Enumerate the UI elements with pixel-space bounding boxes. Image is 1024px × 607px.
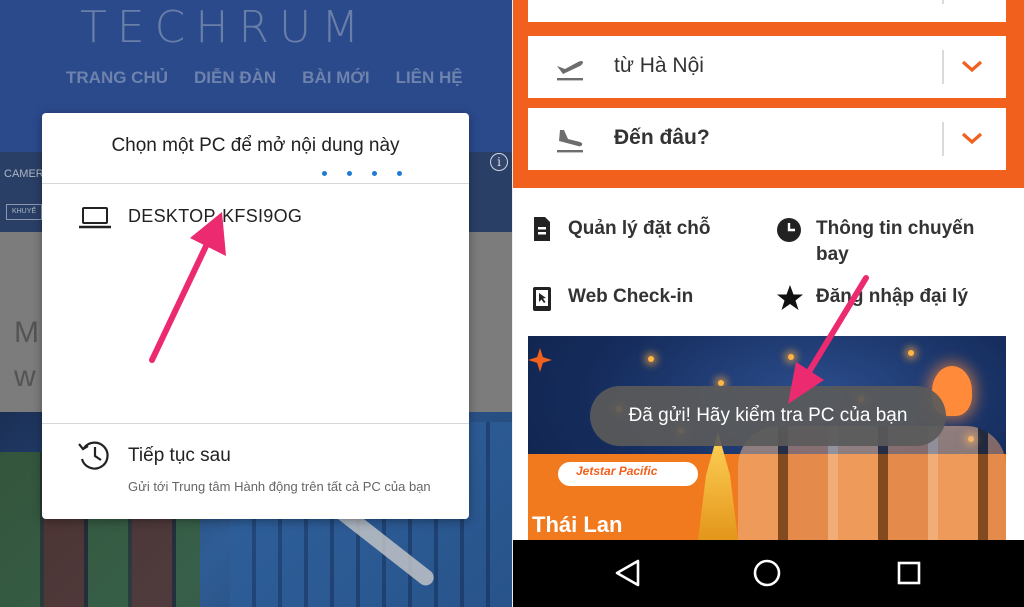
screenshot-root: TECHRUM TRANG CHỦ DIỄN ĐÀN BÀI MỚI LIÊN … — [0, 0, 1024, 607]
recents-icon[interactable] — [896, 558, 922, 588]
annotation-arrow-icon — [149, 212, 226, 363]
annotation-arrow-icon — [788, 275, 869, 404]
android-nav-bar — [512, 540, 1024, 607]
home-icon[interactable] — [752, 558, 782, 588]
left-screen: TECHRUM TRANG CHỦ DIỄN ĐÀN BÀI MỚI LIÊN … — [0, 0, 512, 607]
back-icon[interactable] — [614, 558, 642, 588]
right-screen: từ Hà Nội Đến đâu? Quản lý đặt chỗ Thông… — [512, 0, 1024, 607]
panel-divider — [512, 0, 513, 607]
